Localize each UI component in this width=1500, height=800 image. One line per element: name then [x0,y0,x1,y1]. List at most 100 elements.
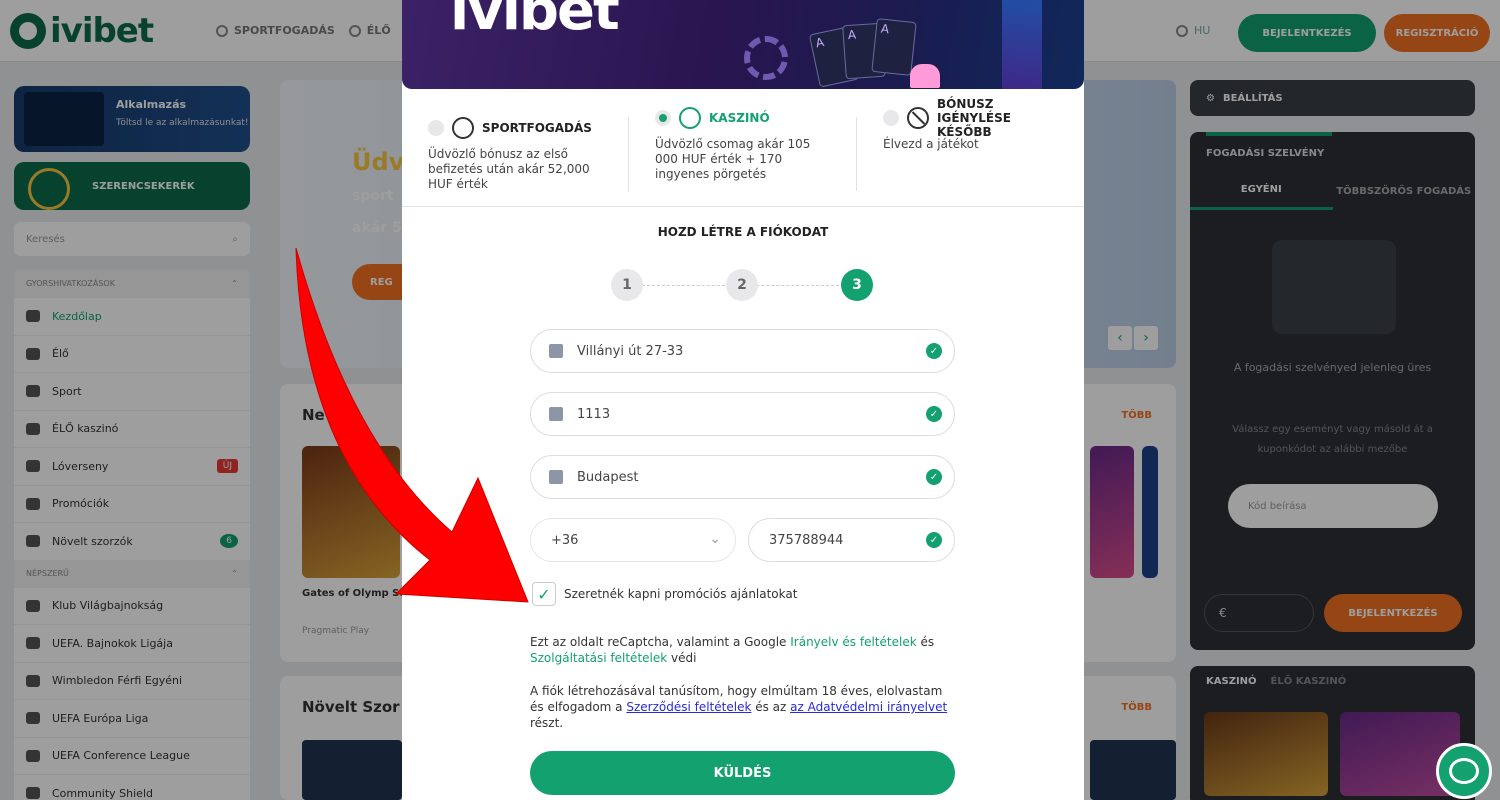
sidebar-item-popular[interactable]: Klub Világbajnokság [14,586,250,625]
football-icon [216,24,228,37]
step-1[interactable]: 1 [611,269,643,301]
banner-glow [1002,0,1042,89]
country-code-select[interactable]: +36 ⌄ [530,518,736,562]
bet-slip-tabs: EGYÉNI TÖBBSZÖRÖS FOGADÁS [1190,172,1475,210]
address-value: Villányi út 27-33 [577,343,684,359]
sidebar-item-popular[interactable]: UEFA Európa Liga [14,699,250,737]
nav-sport[interactable]: SPORTFOGADÁS [216,24,335,37]
home-icon [26,310,40,323]
promo-consent-row: ✓ Szeretnék kapni promóciós ajánlatokat [532,582,797,606]
check-icon: ✓ [926,532,942,548]
radio-button[interactable] [883,110,899,126]
coupon-code-input[interactable]: Kód beírása [1228,484,1438,528]
sidebar-item-popular[interactable]: UEFA. Bajnokok Ligája [14,624,250,662]
hero-line: akár 5 [352,220,402,236]
option-sportsbetting[interactable]: SPORTFOGADÁS Üdvözlő bónusz az első befi… [402,89,628,207]
game-thumbnail[interactable] [1204,712,1328,796]
data-privacy-link[interactable]: az Adatvédelmi irányelvet [790,700,947,714]
sidebar-item-live[interactable]: Élő [14,334,250,373]
match-thumbnail[interactable] [1090,740,1176,800]
sidebar-item-sport[interactable]: Sport [14,372,250,410]
sidebar-item-popular[interactable]: UEFA Conference League [14,736,250,775]
new-badge: ÚJ [216,459,238,474]
globe-icon [26,637,40,650]
promo-checkbox-label[interactable]: Szeretnék kapni promóciós ajánlatokat [564,587,797,601]
popular-header[interactable]: NÉPSZERŰ ⌃ [14,559,250,587]
boost-icon [26,535,40,548]
form-title: HOZD LÉTRE A FIÓKODAT [657,225,829,239]
address-field[interactable]: Villányi út 27-33 ✓ [530,329,955,373]
sidebar-item-popular[interactable]: Wimbledon Férfi Egyéni [14,661,250,700]
empty-slip-hint: Válassz egy eseményt vagy másold át a ku… [1232,424,1433,455]
sidebar-item-home[interactable]: Kezdőlap [14,297,250,335]
game-thumbnail[interactable] [302,446,400,578]
match-thumbnail[interactable] [302,740,402,800]
check-icon: ✓ [926,469,942,485]
more-link[interactable]: TÖBB [1121,702,1152,713]
login-button[interactable]: BEJELENTKEZÉS [1238,14,1376,52]
step-3-active[interactable]: 3 [841,269,873,301]
app-subtitle: Töltsd le az alkalmazásunkat! [116,118,249,128]
sidebar-item-promotions[interactable]: Promóciók [14,484,250,523]
hero-pager: ‹ › [1108,326,1158,350]
tab-single[interactable]: EGYÉNI [1190,172,1333,210]
cards-icon [26,422,40,435]
promo-checkbox[interactable]: ✓ [532,582,556,606]
globe-icon [26,674,40,687]
radio-button[interactable] [428,120,444,136]
site-logo[interactable]: ivibet [10,10,154,52]
left-sidebar: Alkalmazás Töltsd le az alkalmazásunkat!… [14,86,250,800]
city-field[interactable]: Budapest ✓ [530,455,955,499]
stake-input[interactable]: € [1204,594,1314,632]
phone-field[interactable]: 375788944 ✓ [748,518,955,562]
recaptcha-notice: Ezt az oldalt reCaptcha, valamint a Goog… [530,635,935,665]
option-label: BÓNUSZ IGÉNYLÉSE KÉSŐBB [937,97,1011,139]
ticket-icon [1272,240,1396,334]
language-switch[interactable]: HU [1176,24,1210,37]
fortune-wheel-card[interactable]: SZERENCSEKERÉK [14,162,250,210]
submit-button[interactable]: KÜLDÉS [530,751,955,795]
chevron-right-icon[interactable]: › [1134,326,1158,350]
sidebar-search-input[interactable]: Keresés ⌕ [14,222,250,256]
live-icon [26,347,40,360]
option-bonus-later[interactable]: BÓNUSZ IGÉNYLÉSE KÉSŐBB Élvezd a játékot [856,97,1084,191]
tab-live-casino[interactable]: ÉLŐ KASZINÓ [1271,676,1347,687]
chevron-up-icon: ⌃ [231,568,238,578]
chevron-left-icon[interactable]: ‹ [1108,326,1132,350]
register-button[interactable]: REGISZTRÁCIÓ [1384,14,1490,52]
sidebar-item-popular[interactable]: Community Shield [14,774,250,800]
game-thumbnail[interactable] [1142,446,1158,578]
option-casino[interactable]: KASZINÓ Üdvözlő csomag akár 105 000 HUF … [628,107,856,191]
chevron-down-icon: ⌄ [709,531,721,547]
globe-icon [26,599,40,612]
game-thumbnail[interactable] [1090,446,1134,578]
settings-button[interactable]: ⚙ BEÁLLÍTÁS [1190,80,1475,116]
chat-icon[interactable] [1436,743,1492,799]
tab-multiple[interactable]: TÖBBSZÖRÖS FOGADÁS [1333,172,1476,210]
card-icon: A [871,18,917,76]
terms-of-service-link[interactable]: Szolgáltatási feltételek [530,651,667,665]
app-promo-card[interactable]: Alkalmazás Töltsd le az alkalmazásunkat! [14,86,250,152]
ban-icon [907,107,929,129]
radio-button-selected[interactable] [655,110,671,126]
registration-modal: ivibet A A A SPORTFOGADÁS Üdvözlő bónusz… [402,0,1084,800]
postcode-field[interactable]: 1113 ✓ [530,392,955,436]
sport-icon [26,385,40,398]
sidebar-item-live-casino[interactable]: ÉLŐ kaszinó [14,409,250,448]
quick-links-header[interactable]: GYORSHIVATKOZÁSOK ⌃ [14,270,250,297]
slip-login-button[interactable]: BEJELENTKEZÉS [1324,594,1462,632]
casino-tabs: KASZINÓ ÉLŐ KASZINÓ [1206,676,1346,687]
contract-terms-link[interactable]: Szerződési feltételek [626,700,751,714]
gear-icon: ⚙ [1206,92,1215,104]
tab-casino[interactable]: KASZINÓ [1206,676,1257,687]
globe-icon [26,749,40,762]
sidebar-item-boosted-odds[interactable]: Növelt szorzók 6 [14,522,250,560]
quick-links-list: GYORSHIVATKOZÁSOK ⌃ Kezdőlap Élő Sport ÉL… [14,270,250,800]
step-2[interactable]: 2 [726,269,758,301]
more-link[interactable]: TÖBB [1121,410,1152,421]
privacy-policy-link[interactable]: Irányelv és feltételek [790,635,916,649]
banner-logo: ivibet [450,0,620,43]
nav-live[interactable]: ÉLŐ [348,24,391,37]
sidebar-item-horse-racing[interactable]: Lóverseny ÚJ [14,447,250,485]
slip-accent-bar [1206,132,1332,136]
